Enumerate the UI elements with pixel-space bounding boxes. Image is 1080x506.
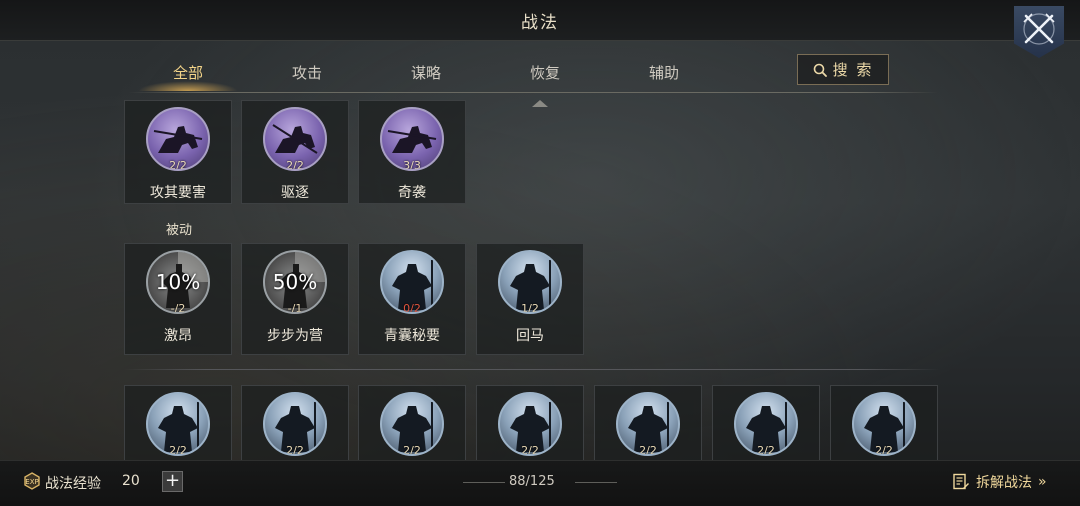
title-bar: 战法	[0, 0, 1080, 41]
skill-count: -/2	[170, 302, 186, 314]
collapse-arrow-icon[interactable]	[532, 99, 548, 107]
warrior-silhouette-icon: 2/2	[498, 392, 562, 456]
tabs-underline	[128, 92, 938, 93]
crossed-swords-icon	[1023, 13, 1055, 45]
warrior-silhouette-icon: 2/2	[146, 392, 210, 456]
search-button[interactable]: 搜 索	[797, 54, 889, 85]
warrior-silhouette-icon: 2/2	[263, 392, 327, 456]
skill-exp-icon: EXP	[24, 472, 40, 490]
page-divider-left	[463, 482, 505, 483]
skill-count: 2/2	[639, 444, 657, 456]
skill-name: 攻其要害	[150, 185, 206, 201]
skill-count: 3/3	[403, 159, 421, 171]
warrior-silhouette-icon: 2/2	[852, 392, 916, 456]
tab-all[interactable]: 全部	[128, 62, 248, 91]
rider-silhouette-icon: 2/2	[146, 107, 210, 171]
add-exp-button[interactable]: +	[162, 471, 183, 492]
search-label: 搜 索	[832, 61, 874, 79]
skill-name: 青囊秘要	[384, 328, 440, 344]
skill-card[interactable]: 2/2 驱逐	[241, 100, 349, 204]
page-divider-right	[575, 482, 617, 483]
warrior-silhouette-icon: 2/2	[734, 392, 798, 456]
skill-count: 1/2	[521, 302, 539, 314]
skill-count: -/1	[287, 302, 303, 314]
document-edit-icon	[953, 473, 969, 490]
skill-count: 2/2	[757, 444, 775, 456]
warrior-silhouette-icon: 1/2	[498, 250, 562, 314]
skill-card[interactable]: 1/2 回马	[476, 243, 584, 355]
passive-section-label: 被动	[165, 223, 192, 238]
search-icon	[813, 63, 827, 77]
warrior-silhouette-icon: 2/2	[616, 392, 680, 456]
rider-silhouette-icon: 2/2	[263, 107, 327, 171]
warrior-silhouette-icon: 2/2	[380, 392, 444, 456]
skill-card[interactable]: 3/3 奇袭	[358, 100, 466, 204]
skill-name: 奇袭	[398, 185, 426, 201]
close-button[interactable]	[1014, 6, 1064, 58]
skill-card[interactable]: 0/2 青囊秘要	[358, 243, 466, 355]
skill-name: 回马	[516, 328, 544, 344]
skill-name: 步步为营	[267, 328, 323, 344]
skill-count: 2/2	[403, 444, 421, 456]
decompose-skill-button[interactable]: 拆解战法 »	[952, 471, 1047, 493]
skill-count: 2/2	[169, 159, 187, 171]
skill-card[interactable]: 2/2 攻其要害	[124, 100, 232, 204]
skill-card[interactable]: 50% -/1 步步为营	[241, 243, 349, 355]
skill-count-total: 88/125	[509, 474, 555, 489]
skill-count: 2/2	[875, 444, 893, 456]
skill-count: 2/2	[521, 444, 539, 456]
skill-count: 0/2	[403, 302, 421, 314]
skill-count: 2/2	[286, 159, 304, 171]
svg-text:EXP: EXP	[25, 478, 38, 486]
warrior-silhouette-icon: 10% -/2	[146, 250, 210, 314]
warrior-silhouette-icon: 50% -/1	[263, 250, 327, 314]
skill-count: 2/2	[286, 444, 304, 456]
warrior-silhouette-icon: 0/2	[380, 250, 444, 314]
cooldown-percent: 10%	[155, 270, 201, 294]
skill-exp-value: 20	[122, 473, 140, 489]
decompose-label: 拆解战法	[976, 475, 1032, 491]
skill-name: 激昂	[164, 328, 192, 344]
page-title: 战法	[521, 13, 559, 33]
skill-count: 2/2	[169, 444, 187, 456]
tab-attack[interactable]: 攻击	[247, 62, 367, 90]
skill-name: 驱逐	[281, 185, 309, 201]
skill-exp-label: 战法经验	[45, 476, 101, 492]
tab-recovery[interactable]: 恢复	[485, 62, 605, 90]
cooldown-percent: 50%	[272, 270, 318, 294]
tab-strategy[interactable]: 谋略	[366, 62, 486, 90]
rider-silhouette-icon: 3/3	[380, 107, 444, 171]
skill-card[interactable]: 10% -/2 激昂	[124, 243, 232, 355]
tab-support[interactable]: 辅助	[604, 62, 724, 90]
double-chevron-icon: »	[1038, 474, 1047, 490]
section-divider	[124, 369, 940, 370]
